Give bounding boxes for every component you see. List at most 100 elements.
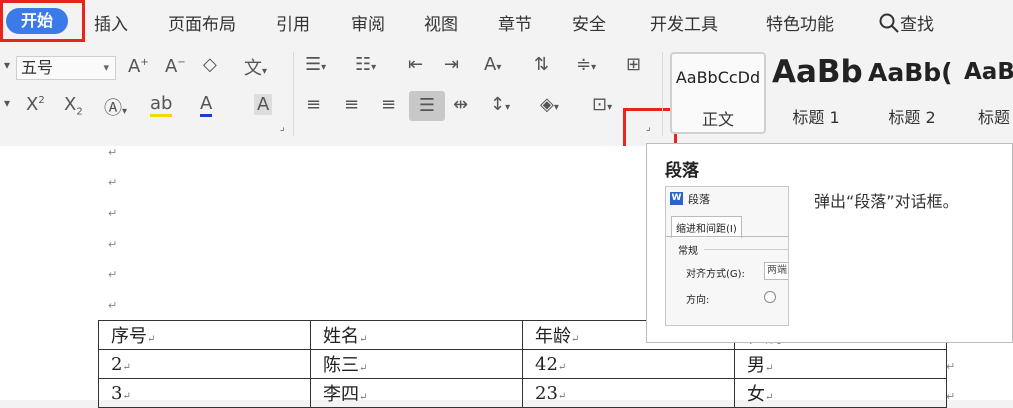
increase-indent-icon[interactable]: ⇥ bbox=[444, 54, 459, 75]
cell-text: 23 bbox=[535, 382, 558, 404]
font-launcher-icon[interactable]: ⌟ bbox=[280, 122, 285, 133]
cell-text: 陈三 bbox=[323, 355, 359, 376]
divider bbox=[293, 52, 294, 136]
style-normal[interactable]: AaBbCcDd 正文 bbox=[670, 52, 766, 134]
border-icon[interactable]: ⊞ bbox=[626, 54, 641, 75]
paragraph-mark: ↵ bbox=[108, 238, 118, 251]
decrease-font-icon[interactable]: A− bbox=[165, 56, 186, 77]
text-direction-icon[interactable]: A▾ bbox=[484, 54, 501, 75]
font-name-dropdown-arrow[interactable]: ▾ bbox=[4, 58, 10, 72]
table-cell[interactable]: 序号↵ bbox=[98, 320, 311, 350]
distributed-icon[interactable]: ⇹ bbox=[453, 94, 468, 115]
table-cell[interactable]: 2↵ bbox=[98, 349, 311, 379]
highlight-box-start bbox=[0, 0, 85, 42]
table-cell[interactable]: 李四↵ bbox=[310, 378, 523, 408]
style-sample: AaBb bbox=[772, 54, 862, 90]
tab-review[interactable]: 审阅 bbox=[351, 10, 385, 35]
superscript-icon[interactable]: X2 bbox=[26, 94, 45, 115]
tab-page-layout[interactable]: 页面布局 bbox=[168, 10, 236, 35]
font-color-icon[interactable]: A bbox=[200, 94, 213, 117]
increase-font-icon[interactable]: A+ bbox=[128, 56, 149, 77]
cell-text: 李四 bbox=[323, 384, 359, 405]
cell-text: 3 bbox=[111, 382, 123, 404]
cell-text: 42 bbox=[535, 353, 558, 375]
paragraph-mark: ↵ bbox=[108, 207, 118, 220]
sort-icon[interactable]: ⇅ bbox=[534, 54, 549, 75]
align-right-icon[interactable]: ≡ bbox=[381, 94, 396, 115]
table-cell[interactable]: 3↵ bbox=[98, 378, 311, 408]
table-cell[interactable]: 42↵ bbox=[522, 349, 735, 379]
tooltip-title: 段落 bbox=[665, 161, 699, 181]
font-size-value: 五号 bbox=[21, 58, 54, 77]
table-cell[interactable]: 23↵ bbox=[522, 378, 735, 408]
bullets-icon[interactable]: ☰▾ bbox=[305, 54, 326, 75]
style-sample: AaBb( bbox=[868, 58, 953, 87]
divider bbox=[662, 52, 663, 136]
cell-text: 序号 bbox=[111, 326, 147, 347]
table-row: 3↵ 李四↵ 23↵ 女↵ bbox=[98, 378, 947, 408]
direction-label: 方向: bbox=[686, 295, 710, 306]
phonetic-guide-icon[interactable]: 文▾ bbox=[244, 54, 267, 80]
dialog-tab-indent: 缩进和间距(I) bbox=[671, 216, 742, 238]
section-line bbox=[704, 249, 788, 250]
table-cell[interactable]: 陈三↵ bbox=[310, 349, 523, 379]
tab-divider bbox=[666, 236, 788, 237]
search-label: 查找 bbox=[900, 15, 934, 35]
paragraph-mark: ↵ bbox=[108, 268, 118, 281]
style-name: 标题 1 bbox=[792, 108, 840, 127]
style-name: 标题 bbox=[978, 108, 1011, 127]
line-spacing-icon[interactable]: ≑▾ bbox=[576, 54, 596, 75]
cell-text: 年龄 bbox=[535, 326, 571, 347]
table-cell[interactable]: 女↵ bbox=[734, 378, 947, 408]
highlight-icon[interactable]: ab bbox=[150, 94, 173, 117]
row-end-mark: ↵ bbox=[946, 390, 956, 403]
style-heading-2[interactable]: AaBb( 标题 2 bbox=[866, 52, 958, 134]
style-name: 正文 bbox=[701, 110, 734, 129]
paragraph-mark: ↵ bbox=[108, 146, 118, 159]
table-border-icon[interactable]: ⊡▾ bbox=[592, 94, 612, 115]
align-left-icon[interactable]: ≡ bbox=[306, 94, 321, 115]
decrease-indent-icon[interactable]: ⇤ bbox=[408, 54, 423, 75]
text-effect-icon[interactable]: Ⓐ▾ bbox=[104, 94, 127, 120]
cell-text: 女 bbox=[747, 384, 765, 405]
chevron-down-icon[interactable]: ▾ bbox=[4, 96, 10, 110]
style-sample: AaB bbox=[964, 59, 1013, 85]
table-cell[interactable]: 男↵ bbox=[734, 349, 947, 379]
justify-icon[interactable]: ☰ bbox=[409, 91, 445, 121]
shading-icon[interactable]: ◈▾ bbox=[540, 94, 559, 115]
direction-radio bbox=[764, 291, 776, 303]
paragraph-spacing-icon[interactable]: ↕▾ bbox=[490, 94, 510, 115]
tab-chapter[interactable]: 章节 bbox=[498, 10, 532, 35]
numbering-icon[interactable]: ☷▾ bbox=[355, 54, 376, 75]
cell-text: 姓名 bbox=[323, 326, 359, 347]
ribbon: ▾ 五号 ▾ A+ A− ◇ 文▾ ☰▾ ☷▾ ⇤ ⇥ A▾ ⇅ ≑▾ ⊞ ▾ … bbox=[0, 42, 1013, 166]
dialog-preview: W 段落 缩进和间距(I) 常规 对齐方式(G): 两端 方向: bbox=[665, 186, 789, 326]
clear-format-icon[interactable]: ◇ bbox=[203, 54, 217, 75]
tab-insert[interactable]: 插入 bbox=[94, 10, 128, 35]
paragraph-mark: ↵ bbox=[108, 176, 118, 189]
subscript-icon[interactable]: X2 bbox=[64, 94, 83, 118]
align-center-icon[interactable]: ≡ bbox=[344, 94, 359, 115]
align-select: 两端 bbox=[764, 262, 788, 280]
style-heading-1[interactable]: AaBb 标题 1 bbox=[770, 52, 862, 134]
tab-developer-tools[interactable]: 开发工具 bbox=[650, 10, 718, 35]
tab-references[interactable]: 引用 bbox=[276, 10, 310, 35]
style-heading[interactable]: AaB 标题 bbox=[962, 52, 1013, 134]
font-size-select[interactable]: 五号 ▾ bbox=[16, 56, 116, 80]
paragraph-mark: ↵ bbox=[108, 299, 118, 312]
search-button[interactable]: 查找 bbox=[878, 10, 934, 35]
wps-logo-icon: W bbox=[670, 192, 683, 205]
section-label: 常规 bbox=[678, 246, 698, 257]
menu-bar: 开始 插入 页面布局 引用 审阅 视图 章节 安全 开发工具 特色功能 查找 bbox=[0, 0, 1013, 42]
cell-text: 男 bbox=[747, 355, 765, 376]
search-icon bbox=[879, 13, 899, 33]
char-shading-icon[interactable]: A bbox=[254, 94, 273, 115]
row-end-mark: ↵ bbox=[946, 360, 956, 373]
tab-view[interactable]: 视图 bbox=[424, 10, 458, 35]
table-cell[interactable]: 姓名↵ bbox=[310, 320, 523, 350]
tab-special-features[interactable]: 特色功能 bbox=[766, 10, 834, 35]
dialog-title: 段落 bbox=[688, 193, 710, 206]
tab-security[interactable]: 安全 bbox=[572, 10, 606, 35]
chevron-down-icon: ▾ bbox=[103, 61, 109, 74]
table-row: 2↵ 陈三↵ 42↵ 男↵ bbox=[98, 349, 947, 379]
